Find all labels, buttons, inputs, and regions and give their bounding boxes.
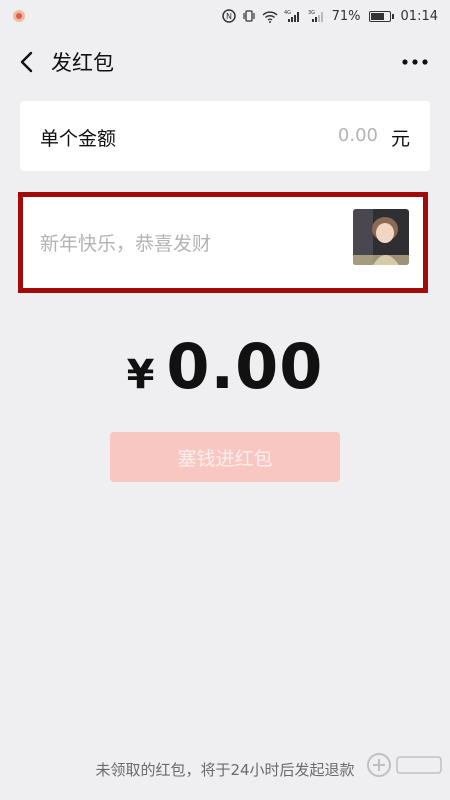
- put-money-button[interactable]: 塞钱进红包: [110, 432, 340, 482]
- nav-bar: 发红包: [0, 40, 450, 84]
- greeting-message-box[interactable]: 新年快乐，恭喜发财: [18, 192, 428, 293]
- total-amount: ¥ 0.00: [0, 330, 450, 403]
- nfc-icon: N: [221, 9, 236, 23]
- amount-input[interactable]: 0.00: [338, 125, 378, 146]
- vibrate-icon: [242, 9, 256, 23]
- total-value: 0.00: [166, 330, 324, 403]
- svg-text:N: N: [226, 12, 232, 21]
- signal-3g-icon: 3G: [308, 9, 326, 23]
- amount-card[interactable]: 单个金额 0.00 元: [20, 101, 430, 171]
- currency-symbol: ¥: [126, 352, 155, 398]
- wifi-icon: [262, 10, 278, 23]
- battery-percent: 71%: [331, 8, 361, 24]
- status-time: 01:14: [400, 8, 438, 24]
- page-title: 发红包: [51, 51, 114, 75]
- back-arrow-icon: [20, 51, 33, 73]
- greeting-message-input[interactable]: 新年快乐，恭喜发财: [40, 229, 211, 256]
- more-dots-icon: [402, 59, 428, 65]
- status-right: N 4G 3G 71% 01:14: [221, 8, 438, 24]
- network-4g-label: 4G: [284, 10, 291, 16]
- app-notification-icon: [12, 9, 26, 23]
- amount-unit: 元: [390, 128, 410, 150]
- cover-image-thumbnail[interactable]: [353, 209, 409, 265]
- battery-fill: [370, 12, 384, 20]
- battery-icon: [368, 10, 394, 22]
- status-left: [12, 9, 26, 23]
- amount-label: 单个金额: [40, 128, 117, 150]
- signal-4g-icon: 4G: [284, 9, 302, 23]
- status-bar: N 4G 3G 71% 01:14: [0, 0, 450, 32]
- watermark-logo: [367, 753, 442, 777]
- network-3g-label: 3G: [308, 10, 315, 16]
- more-options-button[interactable]: [402, 52, 428, 72]
- back-button[interactable]: [14, 48, 38, 76]
